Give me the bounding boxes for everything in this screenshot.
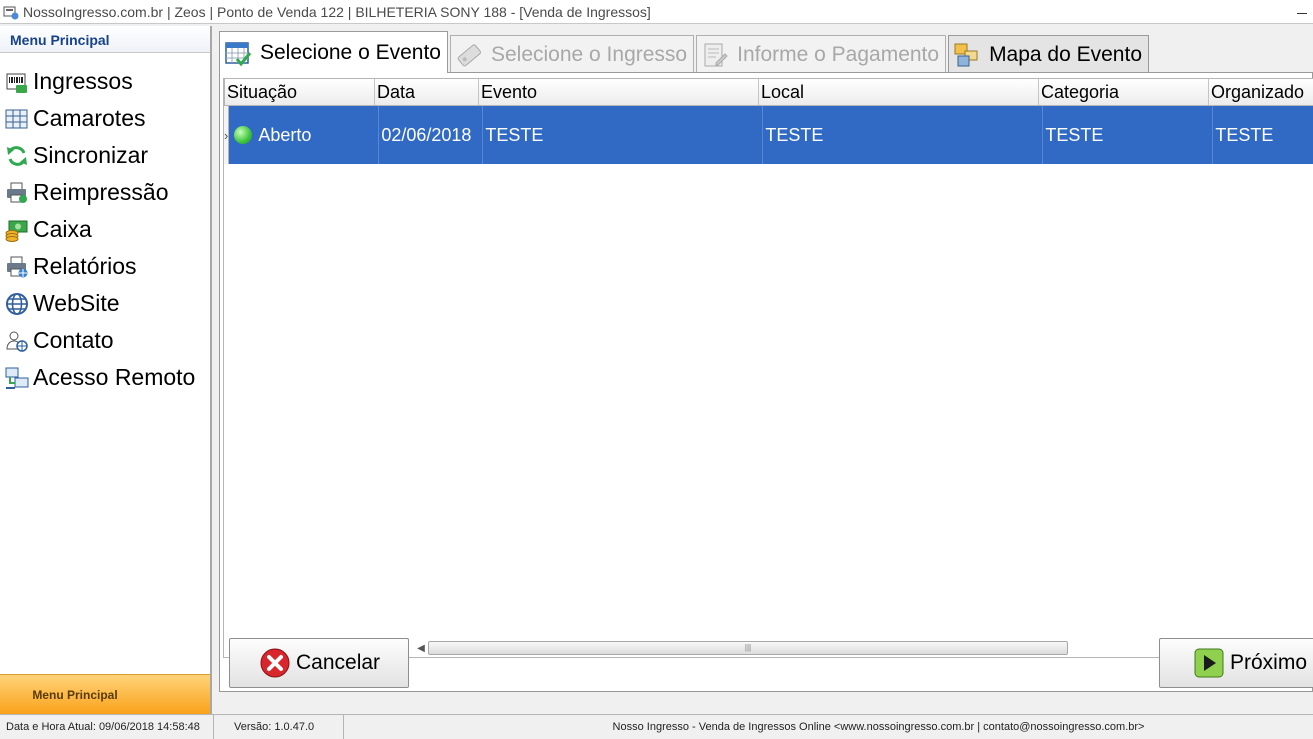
tab-panel: Situação Data Evento Local Categoria Org… xyxy=(219,72,1313,692)
tab-label: Informe o Pagamento xyxy=(737,42,940,66)
main-content: Selecione o Evento Selecione o Ingresso … xyxy=(214,26,1313,712)
contact-icon xyxy=(5,329,29,353)
cash-icon xyxy=(5,218,29,242)
status-datetime: Data e Hora Atual: 09/06/2018 14:58:48 xyxy=(0,715,214,739)
cell-evento[interactable]: TESTE xyxy=(483,106,764,164)
sidebar-item-contato[interactable]: Contato xyxy=(0,322,210,359)
cell-situacao-text: Aberto xyxy=(258,124,312,145)
app-icon xyxy=(3,4,19,20)
status-version: Versão: 1.0.47.0 xyxy=(214,715,344,739)
menu-list: Ingressos Camarotes Sincronizar Reimpres… xyxy=(0,53,210,396)
printer-icon xyxy=(5,181,29,205)
sidebar-item-website[interactable]: WebSite xyxy=(0,285,210,322)
sidebar-item-label: Sincronizar xyxy=(33,142,149,168)
window-titlebar: NossoIngresso.com.br | Zeos | Ponto de V… xyxy=(0,0,1313,24)
tab-selecione-evento[interactable]: Selecione o Evento xyxy=(219,31,448,73)
column-header-evento[interactable]: Evento xyxy=(479,79,759,105)
column-header-organizador[interactable]: Organizado xyxy=(1209,79,1313,105)
events-grid: Situação Data Evento Local Categoria Org… xyxy=(223,78,1313,658)
tab-label: Selecione o Evento xyxy=(260,40,441,64)
next-button[interactable]: Próximo xyxy=(1159,638,1313,688)
next-label: Próximo xyxy=(1230,651,1308,674)
sidebar-item-caixa[interactable]: Caixa xyxy=(0,211,210,248)
cell-data[interactable]: 02/06/2018 xyxy=(379,106,484,164)
window-title: NossoIngresso.com.br | Zeos | Ponto de V… xyxy=(23,3,651,20)
ticket-icon xyxy=(455,41,483,69)
sidebar-item-acesso-remoto[interactable]: Acesso Remoto xyxy=(0,359,210,396)
wizard-tabs: Selecione o Evento Selecione o Ingresso … xyxy=(219,31,1151,73)
sidebar-item-reimpressao[interactable]: Reimpressão xyxy=(0,174,210,211)
printer-report-icon xyxy=(5,255,29,279)
form-edit-icon xyxy=(701,41,729,69)
status-open-icon xyxy=(234,126,253,144)
scrollbar-thumb[interactable]: ||| xyxy=(428,641,1068,655)
sidebar-item-ingressos[interactable]: Ingressos xyxy=(0,63,210,100)
sidebar-item-label: Camarotes xyxy=(33,105,146,131)
sidebar-item-camarotes[interactable]: Camarotes xyxy=(0,100,210,137)
sidebar-header: Menu Principal xyxy=(0,26,210,53)
cancel-button[interactable]: Cancelar xyxy=(229,638,409,688)
column-header-data[interactable]: Data xyxy=(375,79,479,105)
tab-label: Mapa do Evento xyxy=(989,42,1142,66)
grid-box-icon xyxy=(5,107,29,131)
sidebar: Menu Principal Ingressos Camarotes Sincr… xyxy=(0,26,212,714)
sidebar-item-label: WebSite xyxy=(33,290,120,316)
cell-categoria[interactable]: TESTE xyxy=(1043,106,1214,164)
cancel-x-icon xyxy=(260,648,290,678)
sidebar-item-label: Caixa xyxy=(33,216,92,242)
sidebar-item-label: Ingressos xyxy=(33,68,133,94)
remote-access-icon xyxy=(5,366,29,390)
calendar-check-icon xyxy=(224,39,252,67)
tab-mapa-evento[interactable]: Mapa do Evento xyxy=(948,35,1149,73)
cell-local[interactable]: TESTE xyxy=(763,106,1044,164)
status-info: Nosso Ingresso - Venda de Ingressos Onli… xyxy=(612,721,1145,733)
minimize-button[interactable] xyxy=(1297,4,1307,14)
globe-icon xyxy=(5,292,29,316)
cell-organizador[interactable]: TESTE xyxy=(1213,106,1313,164)
sidebar-item-sincronizar[interactable]: Sincronizar xyxy=(0,137,210,174)
cancel-label: Cancelar xyxy=(296,651,381,674)
status-bar: Data e Hora Atual: 09/06/2018 14:58:48 V… xyxy=(0,714,1313,739)
sync-icon xyxy=(5,144,29,168)
sidebar-item-label: Reimpressão xyxy=(33,179,169,205)
column-header-local[interactable]: Local xyxy=(759,79,1039,105)
column-header-categoria[interactable]: Categoria xyxy=(1039,79,1209,105)
grid-header: Situação Data Evento Local Categoria Org… xyxy=(224,79,1313,106)
play-next-icon xyxy=(1194,648,1224,678)
column-header-situacao[interactable]: Situação xyxy=(225,79,375,105)
sidebar-item-label: Relatórios xyxy=(33,253,137,279)
sidebar-item-relatorios[interactable]: Relatórios xyxy=(0,248,210,285)
sidebar-item-label: Contato xyxy=(33,327,114,353)
table-row[interactable]: › Aberto 02/06/2018 TESTE TESTE TESTE TE… xyxy=(224,106,1313,164)
tab-selecione-ingresso[interactable]: Selecione o Ingresso xyxy=(449,35,695,73)
tab-label: Selecione o Ingresso xyxy=(490,42,688,66)
sidebar-item-label: Acesso Remoto xyxy=(33,364,196,390)
map-blocks-icon xyxy=(953,41,981,69)
scroll-left-icon[interactable]: ◀ xyxy=(414,643,428,654)
ticket-barcode-icon xyxy=(5,70,29,94)
sidebar-footer-menu-principal[interactable]: Menu Principal xyxy=(0,674,210,714)
tab-informe-pagamento[interactable]: Informe o Pagamento xyxy=(696,35,947,73)
cell-situacao[interactable]: Aberto xyxy=(229,106,380,164)
